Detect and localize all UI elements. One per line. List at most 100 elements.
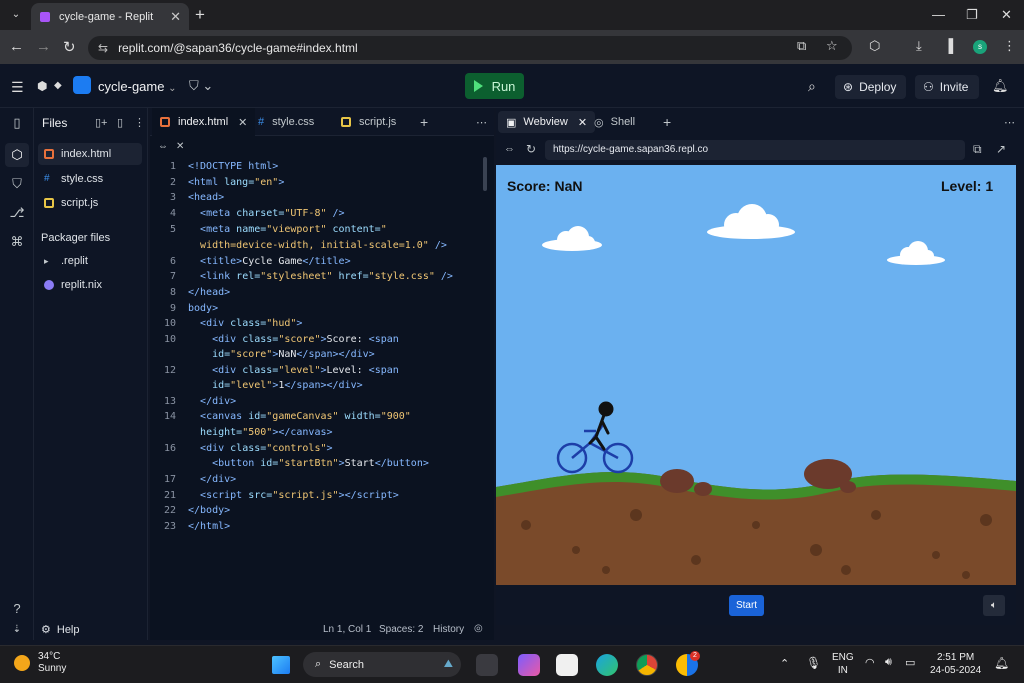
open-external-icon[interactable]: ↗ xyxy=(996,142,1006,156)
game-canvas[interactable] xyxy=(496,165,1016,585)
browser-tab-cycle-game[interactable]: cycle-game - Replit ✕ xyxy=(31,3,189,30)
volume-icon[interactable]: 🔊︎ xyxy=(885,656,892,669)
editor-scrollbar[interactable] xyxy=(483,157,487,191)
wrap-icon[interactable]: ⇔ xyxy=(158,141,168,152)
task-view-icon[interactable] xyxy=(476,654,498,676)
line-number: 2 xyxy=(169,177,176,188)
file-item-script-js[interactable]: script.js xyxy=(38,192,142,214)
files-more-icon[interactable]: ⋮ xyxy=(134,116,145,129)
invite-button[interactable]: ⚇ Invite xyxy=(915,75,979,99)
chrome-icon[interactable] xyxy=(636,654,658,676)
help-button[interactable]: ⚙ Help xyxy=(41,623,80,636)
code-line: <button id="startBtn">Start</button> xyxy=(212,458,429,469)
editor-tab-script-js[interactable]: script.js xyxy=(333,108,404,136)
collapse-x-icon[interactable]: ✕ xyxy=(176,141,184,152)
line-number: 7 xyxy=(169,271,176,282)
install-app-icon[interactable]: ⧉ xyxy=(797,38,806,54)
hamburger-menu-icon[interactable]: ☰ xyxy=(11,79,24,96)
line-number: 16 xyxy=(163,443,176,454)
line-number: 9 xyxy=(169,303,176,314)
chevron-icon: ◆ xyxy=(54,80,62,91)
close-tab-icon[interactable]: ✕ xyxy=(170,9,181,25)
start-button[interactable]: Start xyxy=(729,595,764,616)
show-hidden-icons-icon[interactable]: ⌃ xyxy=(780,657,789,670)
new-folder-icon[interactable]: ▯ xyxy=(117,116,123,129)
webview-reload-icon[interactable]: ↻ xyxy=(526,142,536,156)
indent-setting[interactable]: Spaces: 2 xyxy=(379,624,423,635)
history-button[interactable]: History xyxy=(433,624,464,635)
commands-icon[interactable]: ⌘ xyxy=(9,234,25,250)
project-icon xyxy=(73,76,91,94)
sound-toggle-icon[interactable]: 🔈︎ xyxy=(983,595,1005,616)
webview-more-icon[interactable]: ⋯ xyxy=(996,108,1023,136)
project-name[interactable]: cycle-game ⌄ xyxy=(98,79,176,94)
close-editor-tab-icon[interactable]: ✕ xyxy=(238,116,247,129)
add-editor-tab-icon[interactable]: + xyxy=(412,108,436,136)
browser-menu-icon[interactable]: ⋮ xyxy=(1003,38,1016,54)
tab-webview[interactable]: ▣ Webview ✕ xyxy=(498,111,596,133)
system-clock[interactable]: 2:51 PM 24-05-2024 xyxy=(930,651,981,677)
editor-tab-index-html[interactable]: index.html ✕ xyxy=(152,108,256,136)
line-number: 23 xyxy=(163,521,176,532)
search-icon[interactable]: ⌕ xyxy=(808,78,816,95)
windows-start-icon[interactable] xyxy=(272,656,290,674)
profile-avatar[interactable]: s xyxy=(973,40,987,54)
download-icon[interactable]: ⤓ xyxy=(916,38,922,54)
code-line: <div class="controls"> xyxy=(200,443,333,454)
weather-widget[interactable]: 34°C Sunny xyxy=(14,651,66,675)
file-item-style-css[interactable]: # style.css xyxy=(38,168,142,190)
side-panel-icon[interactable]: ▐ xyxy=(944,38,953,53)
notification-badge: 2 xyxy=(690,651,700,661)
file-item-index-html[interactable]: index.html xyxy=(38,143,142,165)
close-window-icon[interactable]: ✕ xyxy=(1001,7,1012,23)
microphone-icon[interactable]: 🎙︎ xyxy=(806,656,821,670)
settings-icon[interactable]: ◎ xyxy=(474,623,483,634)
file-item-replit[interactable]: ▸ .replit xyxy=(38,250,142,272)
devtools-icon[interactable]: ⇔ xyxy=(504,143,515,155)
line-number: 22 xyxy=(163,505,176,516)
bell-icon[interactable]: 🔔︎ xyxy=(992,78,1009,94)
replit-logo-icon[interactable]: ⬢ xyxy=(37,79,47,93)
collapse-icon[interactable]: ⇣ xyxy=(9,624,25,640)
extensions-icon[interactable]: ⬡ xyxy=(869,38,880,54)
deploy-button[interactable]: ⊛ Deploy xyxy=(835,75,906,99)
back-arrow-icon[interactable]: ← xyxy=(9,38,24,55)
address-bar[interactable]: ⇆ replit.com/@sapan36/cycle-game#index.h… xyxy=(88,36,852,60)
packager-files-title: Packager files xyxy=(41,232,111,244)
editor-tab-style-css[interactable]: # style.css xyxy=(250,108,322,136)
battery-icon[interactable]: ▭ xyxy=(905,656,915,669)
files-icon[interactable]: ▯ xyxy=(9,115,25,131)
webview-url-input[interactable]: https://cycle-game.sapan36.repl.co xyxy=(545,140,965,160)
add-pane-tab-icon[interactable]: + xyxy=(655,108,679,136)
wifi-icon[interactable]: ◠ xyxy=(865,656,875,669)
help-circle-icon[interactable]: ? xyxy=(9,601,25,617)
edge-icon[interactable] xyxy=(596,654,618,676)
language-indicator[interactable]: ENG IN xyxy=(832,651,854,677)
secrets-icon[interactable]: ⛉ xyxy=(9,176,25,192)
tab-search-chevron-icon[interactable]: ⌄ xyxy=(7,7,25,23)
open-new-window-icon[interactable]: ⧉ xyxy=(973,142,982,157)
file-item-replit-nix[interactable]: replit.nix xyxy=(38,274,142,296)
help-icon: ⚙ xyxy=(41,624,51,636)
editor-more-icon[interactable]: ⋯ xyxy=(468,108,495,136)
forward-arrow-icon[interactable]: → xyxy=(36,38,51,55)
cursor-position[interactable]: Ln 1, Col 1 xyxy=(323,624,371,635)
minimize-icon[interactable]: — xyxy=(932,7,945,22)
line-number: 14 xyxy=(163,411,176,422)
git-icon[interactable]: ⎇ xyxy=(9,205,25,221)
new-file-icon[interactable]: ▯+ xyxy=(95,116,107,129)
code-line: </div> xyxy=(200,396,237,407)
tab-shell[interactable]: ◎ Shell xyxy=(586,108,643,136)
packages-icon[interactable]: ⬡ xyxy=(5,143,29,167)
copilot-icon[interactable] xyxy=(518,654,540,676)
notifications-bell-icon[interactable]: 🔔︎ xyxy=(994,656,1009,670)
bookmark-star-icon[interactable]: ☆ xyxy=(826,38,838,54)
shield-icon[interactable]: ⛉ ⌄ xyxy=(189,78,213,94)
taskbar-search[interactable]: ⌕ Search ⛰ xyxy=(303,652,461,677)
reload-icon[interactable]: ↻ xyxy=(63,38,76,56)
new-tab-plus-icon[interactable]: + xyxy=(195,5,205,25)
run-button[interactable]: Run xyxy=(465,73,524,99)
store-icon[interactable] xyxy=(556,654,578,676)
site-settings-icon[interactable]: ⇆ xyxy=(98,41,108,55)
restore-icon[interactable]: ❐ xyxy=(966,7,978,23)
